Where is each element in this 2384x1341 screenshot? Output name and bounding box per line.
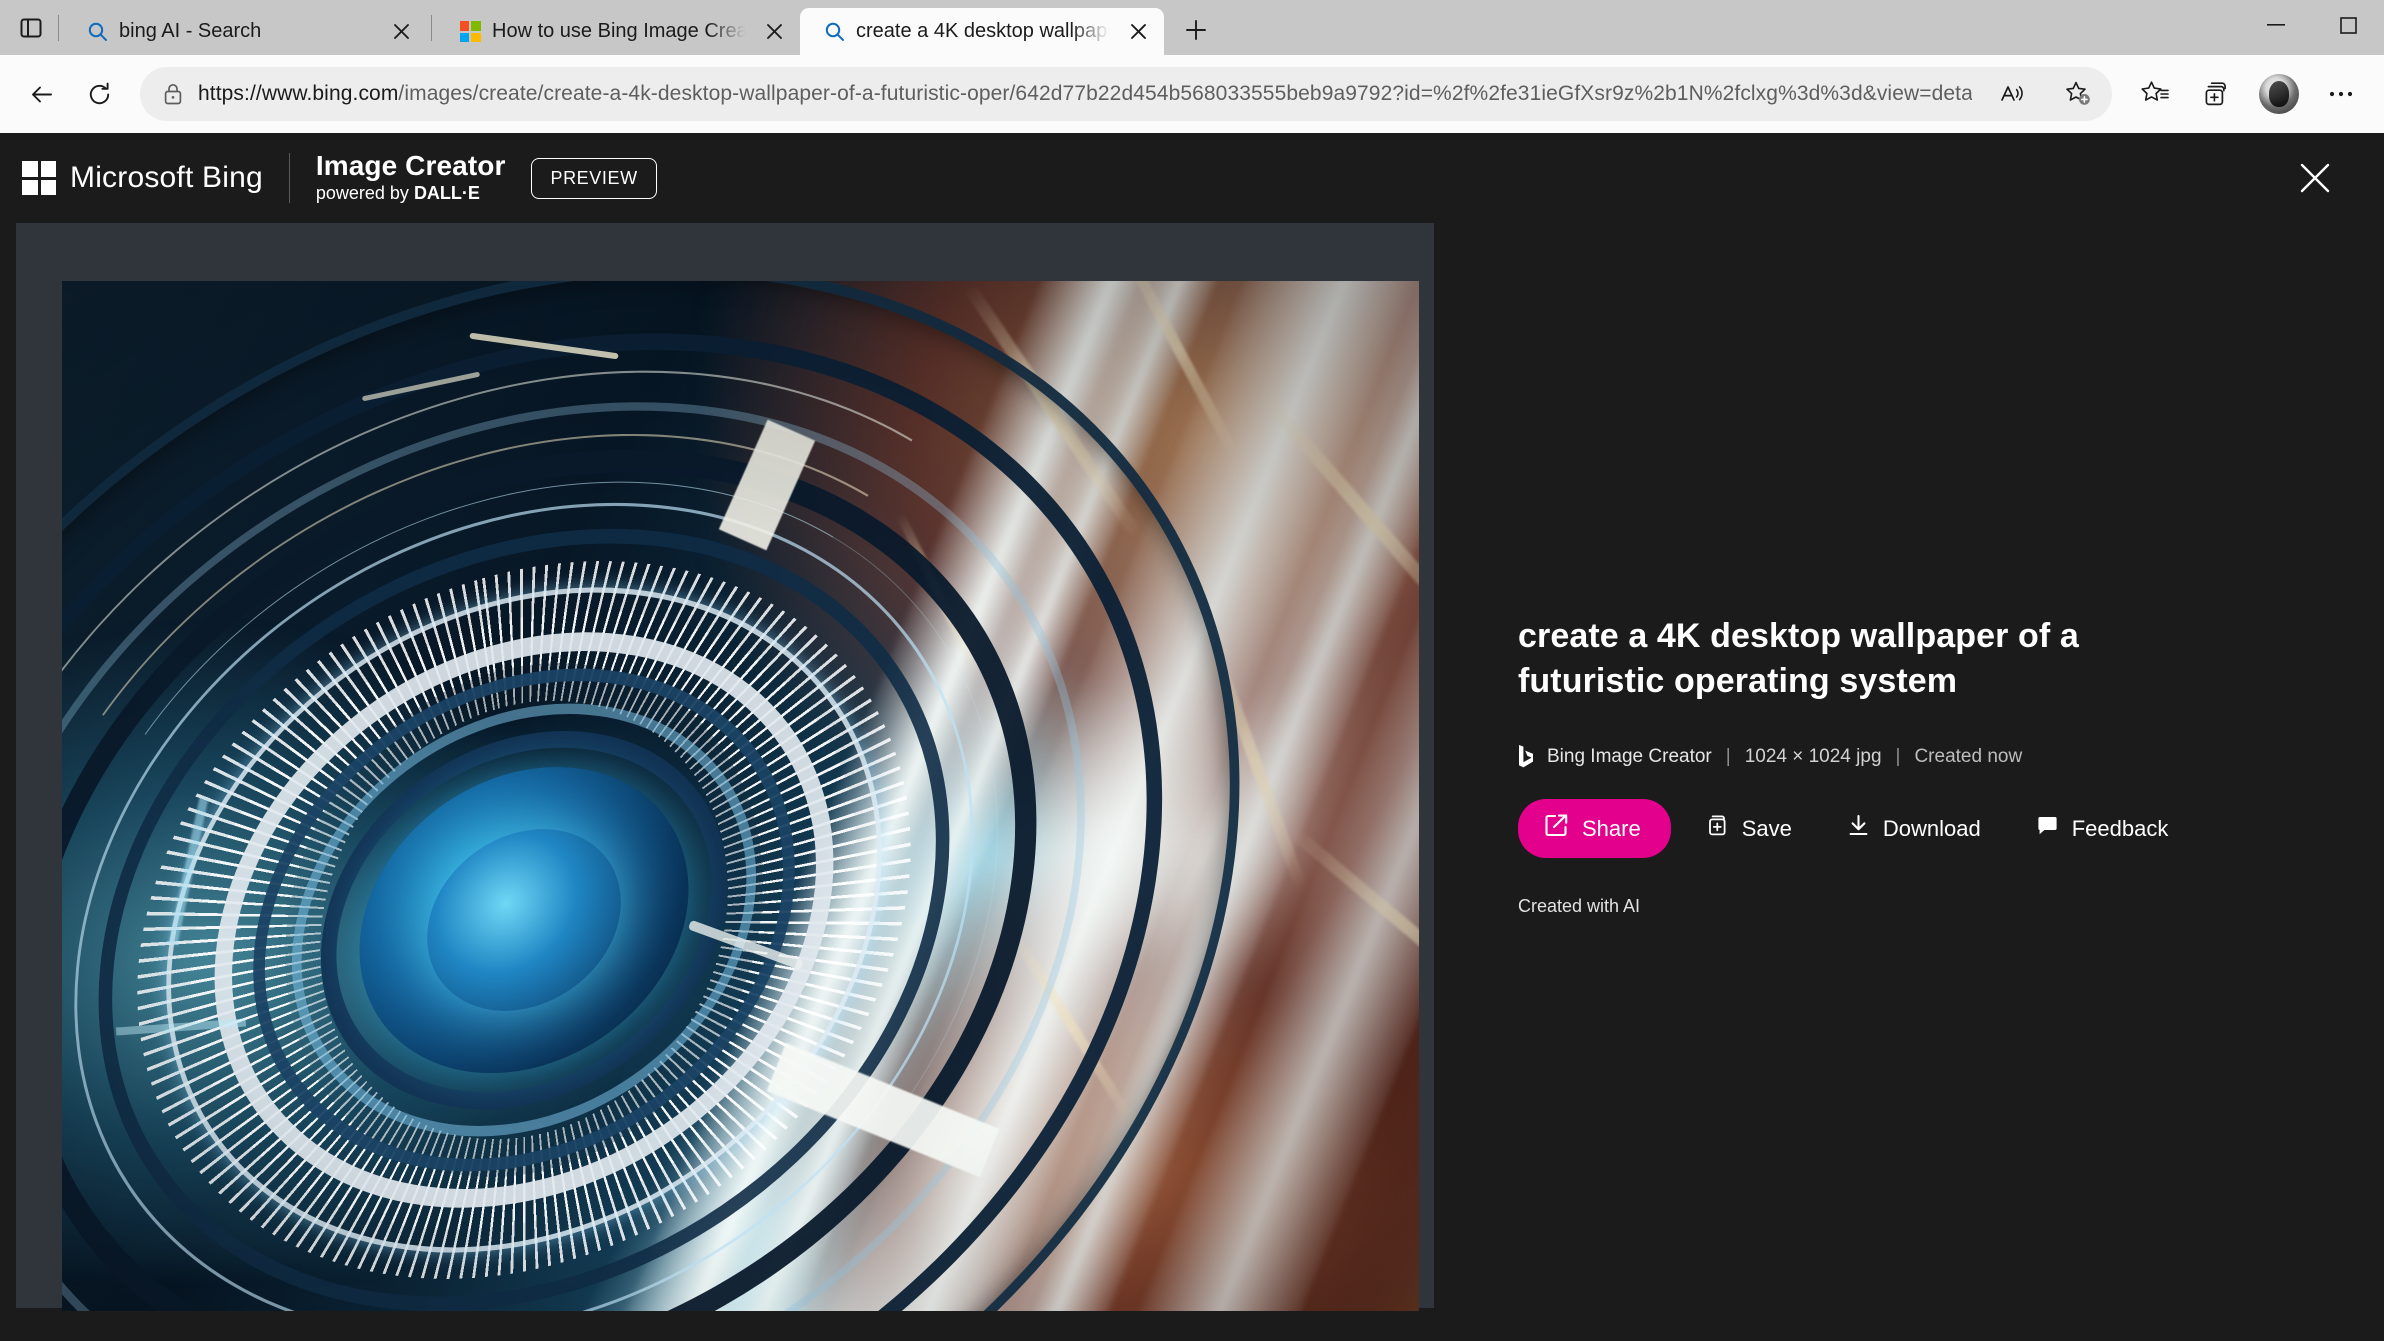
page-title: Image Creator (315, 150, 506, 182)
bing-header: Microsoft Bing Image Creator powered by … (0, 133, 2384, 223)
download-icon (1846, 813, 1871, 844)
search-icon (822, 20, 846, 44)
window-controls (2240, 0, 2384, 50)
tab-preview-icon[interactable] (8, 5, 54, 51)
share-icon (1544, 813, 1569, 844)
tab-create-4k-wallpaper[interactable]: create a 4K desktop wallpaper of (800, 8, 1164, 55)
avatar (2259, 74, 2299, 114)
share-button-label: Share (1582, 815, 1641, 841)
feedback-button[interactable]: Feedback (2015, 799, 2189, 858)
save-button[interactable]: Save (1685, 799, 1812, 858)
tab-close-button[interactable] (1122, 16, 1154, 48)
tab-bing-ai-search[interactable]: bing AI - Search (63, 8, 427, 55)
collections-icon[interactable] (2188, 65, 2246, 123)
image-detail-pane: create a 4K desktop wallpaper of a futur… (1434, 223, 2384, 1308)
bing-b-icon (1518, 744, 1534, 769)
header-divider (288, 153, 290, 203)
close-icon[interactable] (2286, 149, 2344, 207)
microsoft-logo-icon (458, 20, 482, 44)
image-source: Bing Image Creator (1547, 745, 1712, 767)
add-favorite-star-icon[interactable] (2052, 68, 2104, 120)
refresh-icon[interactable] (72, 67, 126, 121)
feedback-icon (2035, 813, 2060, 844)
address-bar[interactable]: https://www.bing.com/images/create/creat… (140, 67, 2112, 121)
preview-badge: PREVIEW (531, 157, 657, 199)
image-dimensions: 1024 × 1024 jpg (1744, 745, 1882, 767)
tab-title: How to use Bing Image Creator t (492, 20, 748, 42)
detail-content: create a 4K desktop wallpaper of a futur… (0, 223, 2384, 1311)
share-button[interactable]: Share (1518, 799, 1671, 859)
feedback-button-label: Feedback (2071, 815, 2169, 841)
tab-close-button[interactable] (385, 16, 417, 48)
dalle-brand: DALL·E (413, 183, 480, 204)
url-domain: https://www.bing.com (198, 82, 399, 105)
tab-strip: bing AI - Search How to use Bing Image C… (0, 0, 2384, 55)
tab-title: create a 4K desktop wallpaper of (856, 20, 1112, 42)
minimize-button[interactable] (2240, 0, 2312, 50)
maximize-button[interactable] (2312, 0, 2384, 50)
address-bar-url: https://www.bing.com/images/create/creat… (198, 82, 1972, 106)
settings-more-icon[interactable] (2312, 65, 2370, 123)
bing-image-creator-page: Microsoft Bing Image Creator powered by … (0, 133, 2384, 1341)
created-with-ai-label: Created with AI (1518, 896, 1641, 917)
image-detail-lines (62, 281, 1180, 1311)
generated-image[interactable] (62, 281, 1419, 1311)
prompt-text: create a 4K desktop wallpaper of a futur… (1518, 616, 2079, 700)
microsoft-logo-icon (22, 161, 56, 195)
meta-separator: | (1895, 745, 1901, 767)
lock-icon (162, 82, 184, 106)
tab-divider (431, 15, 432, 41)
navigation-bar: https://www.bing.com/images/create/creat… (0, 55, 2384, 133)
save-icon (1705, 813, 1730, 844)
read-aloud-icon[interactable] (1986, 68, 2038, 120)
new-tab-button[interactable] (1174, 8, 1218, 52)
url-path: /images/create/create-a-4k-desktop-wallp… (398, 82, 1972, 105)
browser-window: bing AI - Search How to use Bing Image C… (0, 0, 2384, 1341)
tab-divider (58, 15, 59, 41)
search-icon (85, 20, 109, 44)
tab-how-to-use-bing-image-creator[interactable]: How to use Bing Image Creator t (436, 8, 800, 55)
image-creator-branding: Image Creator powered by DALL·E (315, 150, 506, 205)
download-button-label: Download (1882, 815, 1981, 841)
profile-avatar[interactable] (2250, 65, 2308, 123)
image-created-time: Created now (1914, 745, 2023, 767)
download-button[interactable]: Download (1826, 799, 2001, 858)
favorites-star-list-icon[interactable] (2126, 65, 2184, 123)
save-button-label: Save (1741, 815, 1792, 841)
meta-separator: | (1725, 745, 1731, 767)
back-arrow-icon[interactable] (14, 67, 68, 121)
microsoft-bing-brand[interactable]: Microsoft Bing (70, 161, 263, 195)
image-metadata: Bing Image Creator | 1024 × 1024 jpg | C… (1518, 744, 2158, 769)
powered-by-label: powered by DALL·E (315, 183, 480, 204)
tab-close-button[interactable] (758, 16, 790, 48)
tab-title: bing AI - Search (119, 20, 262, 42)
image-panel (16, 223, 1434, 1311)
action-bar: Share Save Download Feedback (1518, 799, 2168, 859)
